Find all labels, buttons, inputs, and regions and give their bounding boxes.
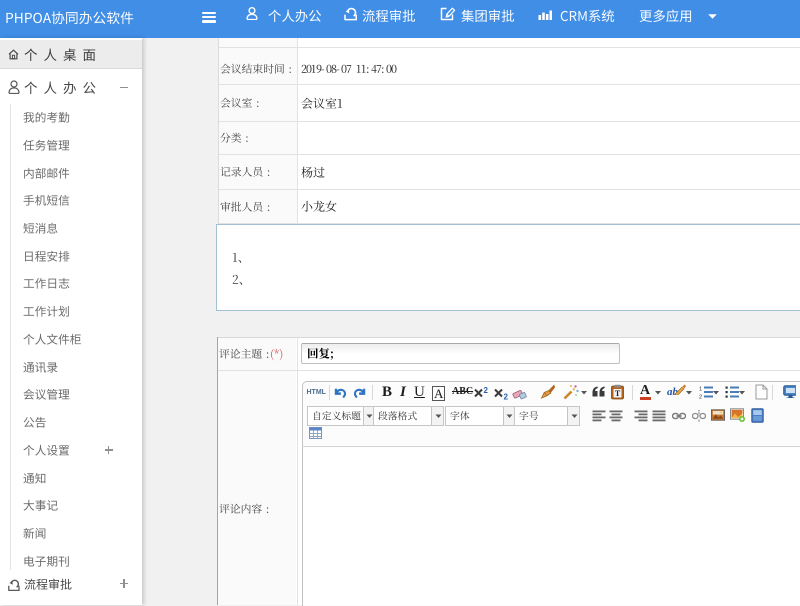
svg-text:2: 2	[484, 387, 489, 395]
svg-text:2: 2	[504, 393, 509, 401]
svg-text:T: T	[615, 389, 621, 398]
svg-text:2: 2	[699, 395, 702, 400]
svg-text:1: 1	[699, 387, 702, 393]
